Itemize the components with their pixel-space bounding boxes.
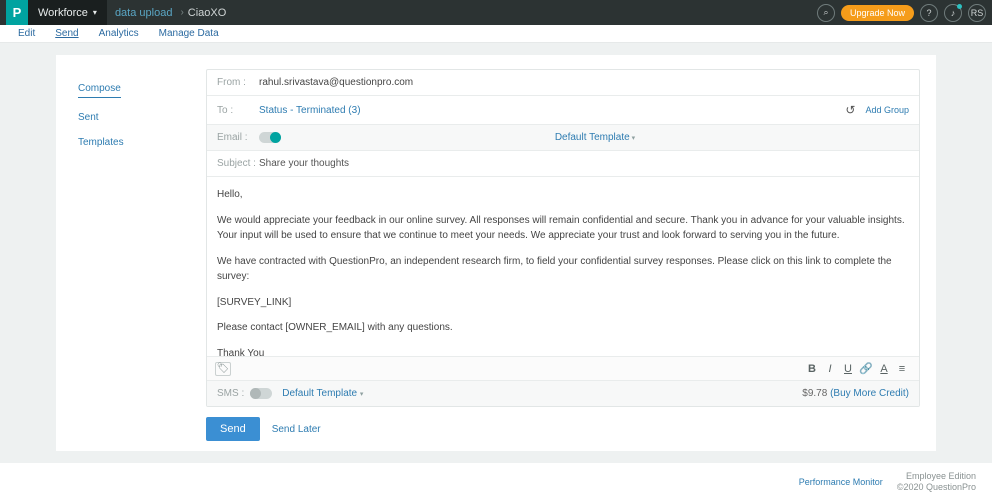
link-button[interactable]: 🔗: [857, 362, 875, 375]
subject-input[interactable]: Share your thoughts: [259, 158, 349, 169]
to-row: To : Status - Terminated (3) ↺ Add Group: [207, 96, 919, 125]
help-icon[interactable]: ?: [920, 4, 938, 22]
toggle-knob: [250, 388, 261, 399]
notifications-icon[interactable]: ♪: [944, 4, 962, 22]
sms-template-dropdown[interactable]: Default Template ▾: [282, 388, 363, 399]
notification-dot: [957, 4, 962, 9]
tag-icon[interactable]: 🏷: [215, 362, 231, 376]
compose-area: From : rahul.srivastava@questionpro.com …: [206, 55, 936, 451]
chevron-down-icon: ▾: [632, 135, 636, 142]
send-button[interactable]: Send: [206, 417, 260, 441]
body-greeting: Hello,: [217, 187, 909, 203]
body-p2: We have contracted with QuestionPro, an …: [217, 254, 909, 285]
underline-button[interactable]: U: [839, 363, 857, 375]
breadcrumb-current: CiaoXO: [184, 7, 227, 19]
chevron-down-icon: ▾: [93, 8, 97, 17]
color-glyph: A: [880, 363, 887, 375]
rich-text-toolbar: 🏷 B I U 🔗 A ≡: [207, 356, 919, 380]
sms-label: SMS :: [217, 388, 244, 399]
subject-label: Subject :: [217, 158, 259, 169]
email-template-row: Email : Default Template▾: [207, 125, 919, 151]
edition-text: Employee Edition: [906, 471, 976, 481]
email-template-dropdown[interactable]: Default Template▾: [281, 132, 909, 143]
search-icon[interactable]: ⌕: [817, 4, 835, 22]
body-signoff: Thank You: [217, 346, 909, 357]
bold-button[interactable]: B: [803, 363, 821, 375]
subnav-edit[interactable]: Edit: [8, 28, 45, 39]
send-actions: Send Send Later: [206, 407, 920, 441]
sms-toggle[interactable]: [250, 388, 272, 399]
subject-row: Subject : Share your thoughts: [207, 151, 919, 177]
toggle-knob: [270, 132, 281, 143]
email-body[interactable]: Hello, We would appreciate your feedback…: [207, 177, 919, 356]
side-nav: Compose Sent Templates: [56, 55, 206, 451]
side-sent[interactable]: Sent: [78, 112, 206, 123]
chevron-down-icon: ▾: [360, 391, 364, 398]
product-switcher[interactable]: Workforce ▾: [28, 0, 107, 25]
bell-glyph: ♪: [951, 8, 956, 18]
body-survey-link: [SURVEY_LINK]: [217, 295, 909, 311]
footer-edition: Employee Edition ©2020 QuestionPro: [897, 471, 976, 493]
to-value[interactable]: Status - Terminated (3): [259, 105, 361, 116]
footer: Performance Monitor Employee Edition ©20…: [0, 463, 992, 501]
panel: Compose Sent Templates From : rahul.sriv…: [56, 55, 936, 451]
from-value: rahul.srivastava@questionpro.com: [259, 77, 413, 88]
subnav: Edit Send Analytics Manage Data: [0, 25, 992, 43]
email-label: Email :: [217, 132, 259, 143]
sms-row: SMS : Default Template ▾ $9.78 (Buy More…: [207, 380, 919, 406]
email-template-label: Default Template: [555, 132, 630, 143]
copyright: ©2020 QuestionPro: [897, 482, 976, 492]
subnav-send[interactable]: Send: [45, 28, 88, 39]
upgrade-button[interactable]: Upgrade Now: [841, 5, 914, 21]
avatar[interactable]: RS: [968, 4, 986, 22]
text-color-button[interactable]: A: [875, 363, 893, 375]
to-label: To :: [217, 105, 259, 116]
reset-icon[interactable]: ↺: [845, 103, 855, 117]
more-button[interactable]: ≡: [893, 363, 911, 375]
side-templates[interactable]: Templates: [78, 137, 206, 148]
breadcrumb-parent[interactable]: data upload: [107, 7, 181, 19]
body-p3: Please contact [OWNER_EMAIL] with any qu…: [217, 320, 909, 336]
subnav-manage-data[interactable]: Manage Data: [149, 28, 229, 39]
product-name: Workforce: [38, 7, 88, 19]
performance-monitor-link[interactable]: Performance Monitor: [799, 477, 883, 487]
buy-more-credit-link[interactable]: (Buy More Credit): [830, 388, 909, 399]
body-p1: We would appreciate your feedback in our…: [217, 213, 909, 244]
topbar: P Workforce ▾ data upload › CiaoXO ⌕ Upg…: [0, 0, 992, 25]
send-later-link[interactable]: Send Later: [272, 424, 321, 435]
from-row: From : rahul.srivastava@questionpro.com: [207, 70, 919, 96]
sms-template-label: Default Template: [282, 388, 357, 399]
email-toggle[interactable]: [259, 132, 281, 143]
topbar-actions: ⌕ Upgrade Now ? ♪ RS: [817, 4, 986, 22]
logo[interactable]: P: [6, 0, 28, 25]
add-group-link[interactable]: Add Group: [865, 105, 909, 115]
italic-button[interactable]: I: [821, 363, 839, 375]
subnav-analytics[interactable]: Analytics: [89, 28, 149, 39]
side-compose[interactable]: Compose: [78, 83, 121, 98]
page: Compose Sent Templates From : rahul.sriv…: [0, 43, 992, 463]
email-card: From : rahul.srivastava@questionpro.com …: [206, 69, 920, 407]
from-label: From :: [217, 77, 259, 88]
credit-amount: $9.78: [802, 388, 827, 399]
sms-credit: $9.78 (Buy More Credit): [802, 388, 909, 399]
